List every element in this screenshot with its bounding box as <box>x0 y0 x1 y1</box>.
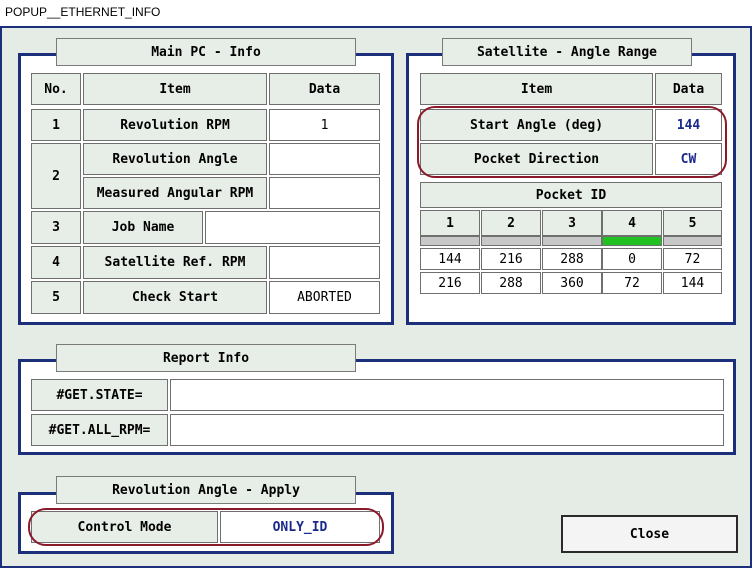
get-state-field[interactable] <box>170 379 724 411</box>
pocket-indicator-3 <box>542 236 602 246</box>
report-title: Report Info <box>56 344 356 372</box>
window-title: POPUP__ETHERNET_INFO <box>5 5 161 19</box>
pocket-row2-col1: 216 <box>420 272 480 294</box>
pocket-id-2: 2 <box>481 210 541 236</box>
pocket-id-header: Pocket ID <box>420 182 722 208</box>
pocket-row2-col5: 144 <box>663 272 722 294</box>
main-pc-title: Main PC - Info <box>56 38 356 66</box>
pocket-indicator-2 <box>481 236 541 246</box>
pocket-indicator-4 <box>602 236 662 246</box>
satellite-header-data: Data <box>655 73 722 105</box>
pocket-row1-col3: 288 <box>542 248 602 270</box>
pocket-row1-col5: 72 <box>663 248 722 270</box>
get-all-rpm-field[interactable] <box>170 414 724 446</box>
row-no-1: 1 <box>31 109 81 141</box>
get-state-label: #GET.STATE= <box>31 379 168 411</box>
satellite-highlight-outline <box>417 106 727 178</box>
pocket-id-5: 5 <box>663 210 722 236</box>
main-pc-header-item: Item <box>83 73 267 105</box>
pocket-row1-col1: 144 <box>420 248 480 270</box>
pocket-id-3: 3 <box>542 210 602 236</box>
pocket-row2-col2: 288 <box>481 272 541 294</box>
item-satellite-ref-rpm: Satellite Ref. RPM <box>83 246 267 279</box>
pocket-row2-col4: 72 <box>602 272 662 294</box>
item-revolution-angle: Revolution Angle <box>83 143 267 175</box>
get-all-rpm-label: #GET.ALL_RPM= <box>31 414 168 446</box>
data-revolution-rpm: 1 <box>269 109 380 141</box>
item-measured-angular-rpm: Measured Angular RPM <box>83 177 267 209</box>
pocket-id-4: 4 <box>602 210 662 236</box>
data-check-start: ABORTED <box>269 281 380 314</box>
data-job-name <box>205 211 380 244</box>
row-no-3: 3 <box>31 211 81 244</box>
row-no-4: 4 <box>31 246 81 279</box>
pocket-row1-col2: 216 <box>481 248 541 270</box>
pocket-indicator-1 <box>420 236 480 246</box>
main-pc-header-data: Data <box>269 73 380 105</box>
close-button[interactable]: Close <box>561 515 738 553</box>
data-revolution-angle <box>269 143 380 175</box>
pocket-row1-col4: 0 <box>602 248 662 270</box>
satellite-title: Satellite - Angle Range <box>442 38 692 66</box>
item-job-name: Job Name <box>83 211 203 244</box>
pocket-id-1: 1 <box>420 210 480 236</box>
pocket-row2-col3: 360 <box>542 272 602 294</box>
main-pc-header-no: No. <box>31 73 81 105</box>
row-no-5: 5 <box>31 281 81 314</box>
satellite-header-item: Item <box>420 73 653 105</box>
apply-title: Revolution Angle - Apply <box>56 476 356 504</box>
row-no-2: 2 <box>31 143 81 209</box>
data-measured-angular-rpm <box>269 177 380 209</box>
control-mode-highlight-outline <box>28 508 384 546</box>
window-titlebar: POPUP__ETHERNET_INFO <box>0 0 756 26</box>
item-revolution-rpm: Revolution RPM <box>83 109 267 141</box>
pocket-indicator-5 <box>663 236 722 246</box>
item-check-start: Check Start <box>83 281 267 314</box>
data-satellite-ref-rpm <box>269 246 380 279</box>
